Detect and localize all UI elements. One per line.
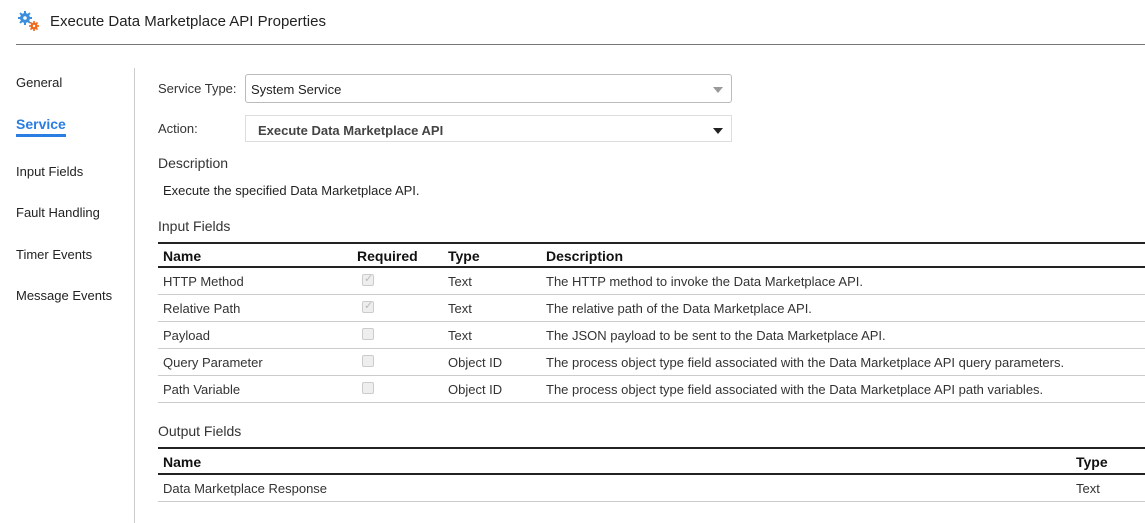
page-title: Execute Data Marketplace API Properties [50, 13, 326, 30]
action-label: Action: [158, 121, 198, 136]
required-checkbox [362, 299, 374, 313]
field-name: HTTP Method [163, 274, 244, 289]
sidebar-item-input-fields[interactable]: Input Fields [16, 164, 83, 179]
sidebar-item-message-events[interactable]: Message Events [16, 288, 112, 303]
table-header: Name Type [158, 447, 1145, 475]
chevron-down-icon [713, 128, 723, 134]
required-checkbox [362, 272, 374, 286]
field-description: The relative path of the Data Marketplac… [546, 301, 812, 316]
service-type-select[interactable]: System Service [245, 74, 732, 103]
output-fields-heading: Output Fields [158, 423, 242, 439]
field-type: Text [448, 274, 472, 289]
field-name: Relative Path [163, 301, 241, 316]
table-header: Name Required Type Description [158, 242, 1145, 268]
field-name: Data Marketplace Response [163, 481, 328, 496]
field-type: Object ID [448, 355, 503, 370]
table-row: Relative Path Text The relative path of … [158, 295, 1145, 322]
sidebar-item-service[interactable]: Service [16, 116, 66, 137]
column-header-type: Type [1076, 454, 1108, 470]
chevron-down-icon [713, 87, 723, 93]
input-fields-table: Name Required Type Description HTTP Meth… [158, 242, 1145, 403]
column-header-type: Type [448, 248, 480, 264]
table-row: Query Parameter Object ID The process ob… [158, 349, 1145, 376]
input-fields-heading: Input Fields [158, 218, 231, 234]
service-type-label: Service Type: [158, 81, 237, 96]
field-description: The HTTP method to invoke the Data Marke… [546, 274, 863, 289]
field-description: The process object type field associated… [546, 382, 1044, 397]
field-name: Payload [163, 328, 210, 343]
required-checkbox [362, 355, 374, 367]
gears-icon [18, 11, 39, 31]
sidebar-item-fault-handling[interactable]: Fault Handling [16, 205, 100, 220]
table-row: Payload Text The JSON payload to be sent… [158, 322, 1145, 349]
column-header-name: Name [163, 454, 202, 470]
table-row: HTTP Method Text The HTTP method to invo… [158, 268, 1145, 295]
action-select[interactable]: Execute Data Marketplace API [245, 115, 732, 142]
header-divider [16, 44, 1145, 45]
sidebar-divider [134, 68, 135, 523]
field-type: Text [448, 301, 472, 316]
properties-header: Execute Data Marketplace API Properties [0, 0, 1145, 45]
field-description: The JSON payload to be sent to the Data … [546, 328, 886, 343]
description-text: Execute the specified Data Marketplace A… [163, 183, 420, 198]
table-row: Data Marketplace Response Text [158, 475, 1145, 502]
required-checkbox [362, 382, 374, 394]
sidebar-item-timer-events[interactable]: Timer Events [16, 247, 92, 262]
column-header-description: Description [546, 248, 624, 264]
column-header-required: Required [357, 248, 418, 264]
field-type: Object ID [448, 382, 503, 397]
field-name: Path Variable [163, 382, 241, 397]
output-fields-table: Name Type Data Marketplace Response Text [158, 447, 1145, 502]
field-name: Query Parameter [163, 355, 263, 370]
description-heading: Description [158, 155, 229, 171]
sidebar: General Service Input Fields Fault Handl… [0, 68, 135, 523]
required-checkbox [362, 328, 374, 340]
field-type: Text [448, 328, 472, 343]
field-description: The process object type field associated… [546, 355, 1065, 370]
action-value: Execute Data Marketplace API [258, 123, 444, 138]
field-type: Text [1076, 481, 1100, 496]
column-header-name: Name [163, 248, 202, 264]
table-row: Path Variable Object ID The process obje… [158, 376, 1145, 403]
sidebar-item-general[interactable]: General [16, 75, 62, 90]
service-type-value: System Service [251, 82, 342, 97]
